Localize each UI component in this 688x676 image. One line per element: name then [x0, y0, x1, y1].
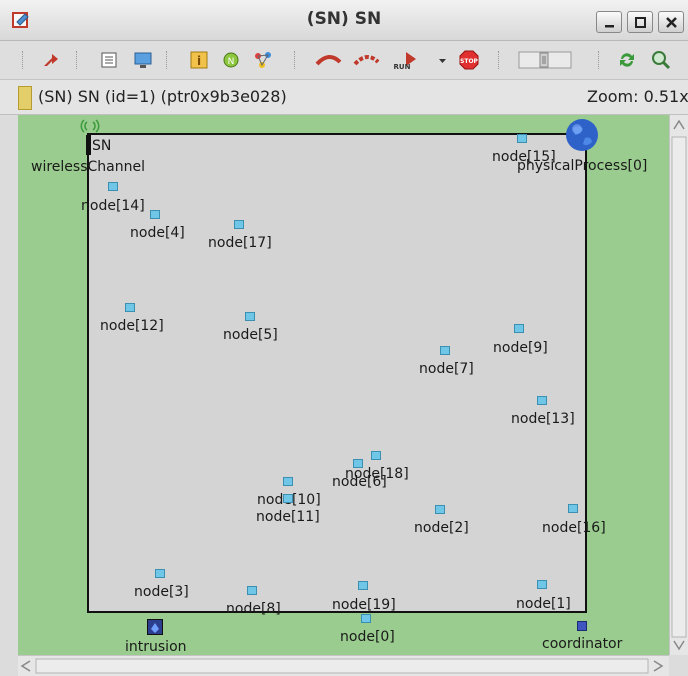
minimize-icon: [605, 25, 614, 28]
node-label[interactable]: node[15]: [492, 149, 556, 165]
globe-icon[interactable]: [565, 118, 599, 152]
node-label[interactable]: node[12]: [100, 318, 164, 334]
sn-label: SN: [92, 138, 112, 154]
node-label[interactable]: node[18]: [345, 466, 409, 482]
refresh-icon[interactable]: [616, 49, 638, 71]
node-icon[interactable]: [283, 494, 293, 503]
fast-icon[interactable]: [352, 49, 382, 71]
toolbar-separator: [498, 51, 501, 69]
node-icon[interactable]: [150, 210, 160, 219]
node-label[interactable]: node[4]: [130, 225, 185, 241]
node-label[interactable]: node[14]: [81, 198, 145, 214]
list-view-icon[interactable]: [98, 49, 120, 71]
node-icon[interactable]: [247, 586, 257, 595]
horizontal-scrollbar[interactable]: [18, 655, 669, 676]
node-icon[interactable]: [435, 505, 445, 514]
coordinator-label[interactable]: coordinator: [542, 636, 622, 652]
node-label[interactable]: node[0]: [340, 629, 395, 645]
node-icon[interactable]: [125, 303, 135, 312]
antenna-icon[interactable]: [78, 118, 102, 136]
svg-text:i: i: [197, 54, 201, 68]
scroll-right-arrow-icon[interactable]: [653, 660, 664, 672]
node-label[interactable]: node[5]: [223, 327, 278, 343]
run-icon[interactable]: RUN: [392, 49, 422, 71]
scroll-left-arrow-icon[interactable]: [20, 660, 31, 672]
display-icon[interactable]: [132, 49, 154, 71]
omnet-module-window: (SN) SN i N RUN STOP (SN) SN (id=1) (ptr…: [0, 0, 688, 676]
stop-icon[interactable]: STOP: [458, 49, 480, 71]
node-icon[interactable]: [283, 477, 293, 486]
node-label[interactable]: node[17]: [208, 235, 272, 251]
node-label[interactable]: node[8]: [226, 601, 281, 617]
node-icon[interactable]: [568, 504, 578, 513]
intrusion-label[interactable]: intrusion: [125, 639, 187, 655]
node-icon[interactable]: [358, 581, 368, 590]
run-dropdown-icon[interactable]: [438, 49, 448, 71]
title-bar: (SN) SN: [0, 0, 688, 41]
maximize-button[interactable]: [627, 11, 653, 33]
zoom-in-icon[interactable]: [650, 49, 672, 71]
scrollbar-corner: [669, 655, 688, 676]
node-label[interactable]: node[16]: [542, 520, 606, 536]
node-label[interactable]: node[1]: [516, 596, 571, 612]
close-button[interactable]: [658, 11, 684, 33]
wireless-channel-label[interactable]: wirelessChannel: [31, 159, 145, 175]
toolbar: i N RUN STOP: [0, 41, 688, 80]
maximize-icon: [635, 17, 646, 28]
node-label[interactable]: node[19]: [332, 597, 396, 613]
node-label[interactable]: node[2]: [414, 520, 469, 536]
toolbar-separator: [22, 51, 25, 69]
module-color-swatch: [18, 86, 32, 110]
svg-text:RUN: RUN: [394, 63, 411, 71]
step-icon[interactable]: [314, 49, 344, 71]
scroll-up-arrow-icon[interactable]: [673, 119, 685, 130]
close-icon: [666, 17, 677, 28]
coordinator-icon[interactable]: [577, 621, 587, 631]
node-icon[interactable]: [361, 614, 371, 623]
node-icon[interactable]: [537, 396, 547, 405]
node-icon[interactable]: [155, 569, 165, 578]
zoom-level: Zoom: 0.51x: [587, 87, 688, 106]
window-title: (SN) SN: [306, 9, 382, 29]
toolbar-separator: [76, 51, 79, 69]
node-label[interactable]: node[3]: [134, 584, 189, 600]
speed-slider[interactable]: [518, 49, 572, 71]
node-icon[interactable]: [517, 134, 527, 143]
node-icon[interactable]: [537, 580, 547, 589]
node-label[interactable]: node[13]: [511, 411, 575, 427]
node-icon[interactable]: [371, 451, 381, 460]
node-icon[interactable]: [514, 324, 524, 333]
node-icon[interactable]: [245, 312, 255, 321]
node-label[interactable]: node[7]: [419, 361, 474, 377]
svg-text:STOP: STOP: [460, 58, 479, 65]
node-label[interactable]: node[9]: [493, 340, 548, 356]
node-icon[interactable]: [108, 182, 118, 191]
info-icon[interactable]: i: [188, 49, 210, 71]
minimize-button[interactable]: [596, 11, 622, 33]
node-icon[interactable]: [440, 346, 450, 355]
toolbar-separator: [598, 51, 601, 69]
module-info-text: (SN) SN (id=1) (ptr0x9b3e028): [38, 87, 287, 106]
toolbar-separator: [166, 51, 169, 69]
deployment-area: [87, 133, 587, 613]
node-label[interactable]: node[11]: [256, 509, 320, 525]
toolbar-separator: [294, 51, 297, 69]
layout-icon[interactable]: [252, 49, 274, 71]
go-up-icon[interactable]: [40, 49, 62, 71]
wireless-channel-mast: [86, 135, 91, 155]
intrusion-icon[interactable]: [147, 619, 163, 635]
vertical-scrollbar[interactable]: [669, 115, 688, 655]
scroll-down-arrow-icon[interactable]: [673, 640, 685, 651]
object-icon[interactable]: N: [220, 49, 242, 71]
svg-text:N: N: [228, 57, 235, 67]
node-icon[interactable]: [234, 220, 244, 229]
